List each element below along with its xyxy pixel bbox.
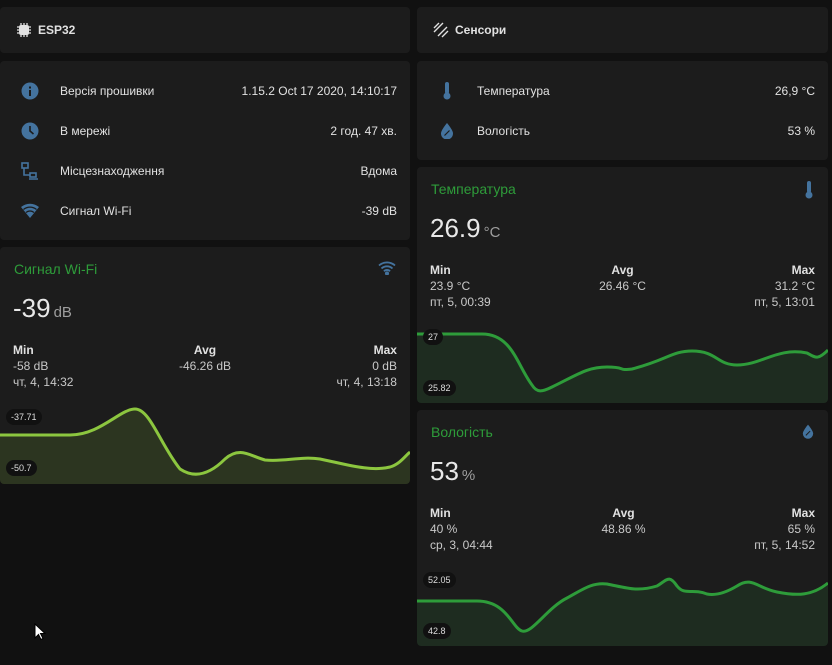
humidity-graph-line [417,577,828,646]
wifi-icon [20,201,40,221]
temperature-axis-bottom: 25.82 [423,380,456,396]
esp32-title: ESP32 [38,23,76,37]
wifi-icon [378,261,396,278]
firmware-label: Версія прошивки [60,84,155,98]
wifi-label: Сигнал Wi-Fi [60,204,132,218]
wifi-graph-line [0,407,410,484]
mouse-cursor-icon [34,623,46,641]
temperature-label: Температура [477,84,550,98]
location-label: Місцезнаходження [60,164,165,178]
wifi-current-value: -39 dB [13,293,72,323]
wifi-graph-title: Сигнал Wi-Fi [14,261,98,277]
wifi-axis-bottom: -50.7 [6,460,37,476]
uptime-value: 2 год. 47 хв. [330,124,397,138]
temperature-value: 26,9 °C [774,84,815,98]
sensors-icon [433,22,449,38]
wifi-stats: Min -58 dB чт, 4, 14:32 Avg -46.26 dB Max 0 … [13,343,397,389]
humidity-axis-bottom: 42.8 [423,623,451,639]
temperature-unit: °C [483,224,501,241]
water-percent-icon [437,121,457,141]
location-value: Вдома [360,164,397,178]
temperature-current-value: 26.9 °C [430,213,501,243]
info-row-wifi[interactable]: Сигнал Wi-Fi -39 dB [0,201,410,221]
wifi-axis-top: -37.71 [6,409,42,425]
wifi-graph-card[interactable]: Сигнал Wi-Fi -39 dB Min -58 dB чт, 4, 14:32… [0,247,410,484]
clock-icon [20,121,40,141]
temperature-stats: Min 23.9 °C пт, 5, 00:39 Avg 26.46 °C Max 31… [430,263,815,309]
uptime-label: В мережі [60,124,111,138]
thermometer-icon [804,181,814,202]
humidity-value: 53 % [787,124,815,138]
lan-icon [20,161,40,181]
humidity-current-value: 53% [430,456,476,486]
water-percent-icon [802,424,814,442]
info-row-uptime[interactable]: В мережі 2 год. 47 хв. [0,121,410,141]
sensors-header-card: Сенсори [417,7,828,53]
temperature-graph-title: Температура [431,181,516,197]
humidity-axis-top: 52.05 [423,572,456,588]
humidity-stats: Min 40 % ср, 3, 04:44 Avg 48.86 % Max 65 % пт… [430,506,815,552]
humidity-graph-title: Вологість [431,424,493,440]
info-row-firmware[interactable]: Версія прошивки 1.15.2 Oct 17 2020, 14:1… [0,81,410,101]
thermometer-icon [437,81,457,101]
chip-icon [17,23,31,37]
device-info-card: Версія прошивки 1.15.2 Oct 17 2020, 14:1… [0,61,410,240]
wifi-value: -39 dB [361,204,397,218]
sensors-card: Температура 26,9 °C Вологість 53 % [417,61,828,160]
sensors-title: Сенсори [455,23,507,37]
wifi-unit: dB [53,304,72,321]
humidity-unit: % [461,467,476,484]
sensor-row-temperature[interactable]: Температура 26,9 °C [417,81,828,101]
temperature-axis-top: 27 [423,329,444,345]
temperature-graph-line [417,332,828,403]
humidity-graph-card[interactable]: Вологість 53% Min 40 % ср, 3, 04:44 Avg 48.… [417,410,828,646]
esp32-header-card: ESP32 [0,7,410,53]
firmware-value: 1.15.2 Oct 17 2020, 14:10:17 [241,84,397,98]
info-row-location[interactable]: Місцезнаходження Вдома [0,161,410,181]
sensor-row-humidity[interactable]: Вологість 53 % [417,121,828,141]
temperature-graph-card[interactable]: Температура 26.9 °C Min 23.9 °C пт, 5, 00:3… [417,167,828,403]
humidity-label: Вологість [477,124,531,138]
info-icon [20,81,40,101]
